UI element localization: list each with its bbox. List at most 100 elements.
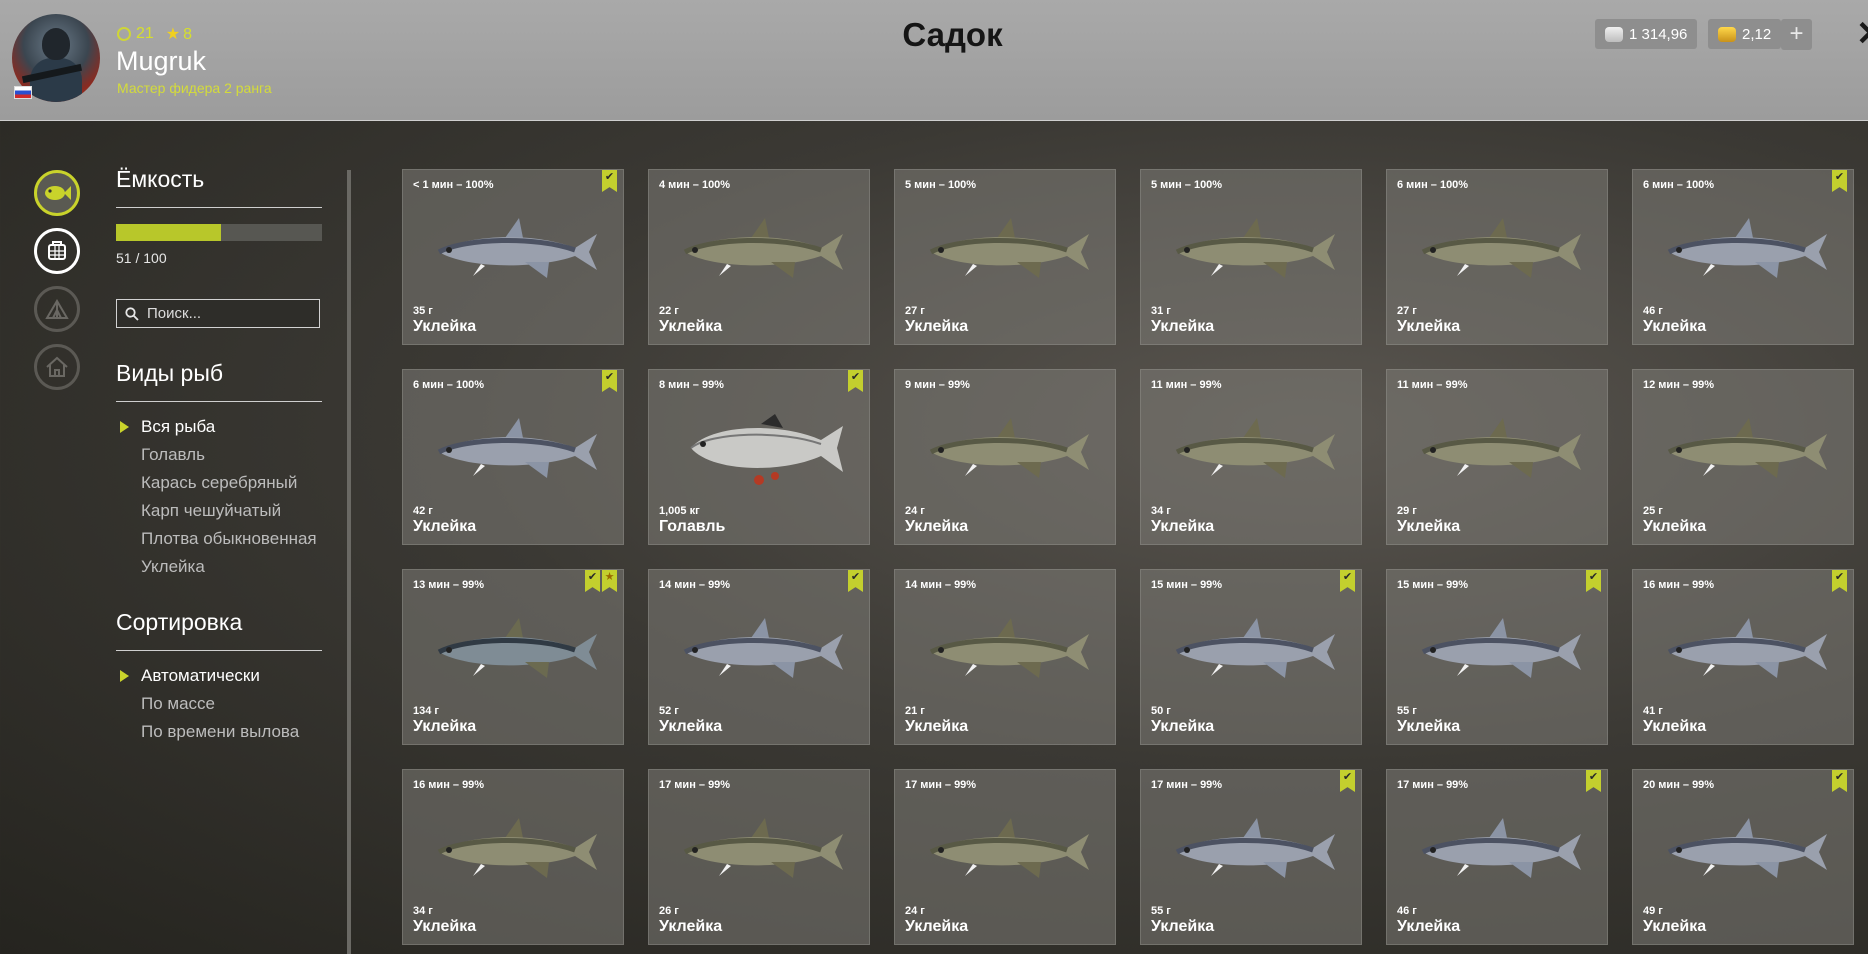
species-filter-item[interactable]: Карп чешуйчатый — [141, 497, 317, 525]
catch-weight: 24 г — [905, 905, 925, 917]
catch-badges: ✔ ★ — [585, 570, 617, 592]
bookmark-check-icon[interactable]: ✔ — [1586, 770, 1601, 792]
catch-weight: 27 г — [1397, 305, 1417, 317]
fish-name: Уклейка — [659, 918, 723, 935]
catch-time: 17 мин – 99% — [1151, 779, 1223, 791]
catch-time: 16 мин – 99% — [413, 779, 485, 791]
fish-name: Уклейка — [1643, 318, 1707, 335]
catch-weight: 42 г — [413, 505, 433, 517]
catch-card[interactable]: 6 мин – 100% 46 г Уклейка ✔ — [1632, 169, 1854, 345]
catch-card[interactable]: 17 мин – 99% 24 г Уклейка — [894, 769, 1116, 945]
catch-time: 8 мин – 99% — [659, 379, 724, 391]
catch-time: 5 мин – 100% — [905, 179, 977, 191]
catch-card[interactable]: 12 мин – 99% 25 г Уклейка — [1632, 369, 1854, 545]
catch-card[interactable]: 8 мин – 99% 1,005 кг Голавль ✔ — [648, 369, 870, 545]
fish-icon[interactable] — [34, 170, 80, 216]
bookmark-check-icon[interactable]: ✔ — [1832, 770, 1847, 792]
catch-card[interactable]: 13 мин – 99% 134 г Уклейка ✔ ★ — [402, 569, 624, 745]
fish-name: Уклейка — [1151, 718, 1215, 735]
bookmark-check-icon[interactable]: ✔ — [1832, 170, 1847, 192]
catch-weight: 34 г — [1151, 505, 1171, 517]
catch-card[interactable]: 17 мин – 99% 46 г Уклейка ✔ — [1386, 769, 1608, 945]
catch-weight: 31 г — [1151, 305, 1171, 317]
fish-name: Уклейка — [1397, 318, 1461, 335]
fish-name: Уклейка — [1151, 918, 1215, 935]
catch-card[interactable]: 6 мин – 100% 27 г Уклейка — [1386, 169, 1608, 345]
catch-card[interactable]: 14 мин – 99% 52 г Уклейка ✔ — [648, 569, 870, 745]
sort-option-item[interactable]: По массе — [141, 690, 299, 718]
catch-card[interactable]: 14 мин – 99% 21 г Уклейка — [894, 569, 1116, 745]
species-filter-item[interactable]: Голавль — [141, 441, 317, 469]
catch-time: 9 мин – 99% — [905, 379, 970, 391]
page-title: Садок — [902, 16, 1003, 53]
bookmark-check-icon[interactable]: ✔ — [1832, 570, 1847, 592]
search-box[interactable] — [116, 299, 320, 328]
catch-card[interactable]: 17 мин – 99% 55 г Уклейка ✔ — [1140, 769, 1362, 945]
catch-weight: 25 г — [1643, 505, 1663, 517]
catch-weight: 22 г — [659, 305, 679, 317]
catch-card[interactable]: 17 мин – 99% 26 г Уклейка — [648, 769, 870, 945]
species-filter-item[interactable]: Карась серебряный — [141, 469, 317, 497]
bookmark-check-icon[interactable]: ✔ — [585, 570, 600, 592]
keepnet-icon[interactable] — [34, 228, 80, 274]
search-icon — [125, 306, 139, 321]
search-input[interactable] — [145, 304, 319, 323]
sort-heading: Сортировка — [116, 609, 243, 635]
catch-card[interactable]: 16 мин – 99% 34 г Уклейка — [402, 769, 624, 945]
capacity-value: 51 / 100 — [116, 250, 167, 266]
add-currency-button[interactable]: + — [1781, 19, 1812, 50]
bookmark-check-icon[interactable]: ✔ — [1340, 770, 1355, 792]
catch-time: 14 мин – 99% — [905, 579, 977, 591]
catch-badges: ✔ — [602, 170, 617, 192]
catch-card[interactable]: 16 мин – 99% 41 г Уклейка ✔ — [1632, 569, 1854, 745]
catch-card[interactable]: 11 мин – 99% 29 г Уклейка — [1386, 369, 1608, 545]
catch-card[interactable]: 9 мин – 99% 24 г Уклейка — [894, 369, 1116, 545]
catch-badges: ✔ — [1832, 170, 1847, 192]
catch-weight: 24 г — [905, 505, 925, 517]
bookmark-check-icon[interactable]: ✔ — [1586, 570, 1601, 592]
tent-icon[interactable] — [34, 286, 80, 332]
house-icon[interactable] — [34, 344, 80, 390]
catch-card[interactable]: 5 мин – 100% 27 г Уклейка — [894, 169, 1116, 345]
catch-weight: 41 г — [1643, 705, 1663, 717]
fish-name: Уклейка — [1397, 718, 1461, 735]
bookmark-star-icon[interactable]: ★ — [602, 570, 617, 592]
bookmark-check-icon[interactable]: ✔ — [848, 570, 863, 592]
catch-weight: 26 г — [659, 905, 679, 917]
catch-card[interactable]: 20 мин – 99% 49 г Уклейка ✔ — [1632, 769, 1854, 945]
catch-card[interactable]: < 1 мин – 100% 35 г Уклейка ✔ — [402, 169, 624, 345]
fish-name: Уклейка — [413, 918, 477, 935]
capacity-bar — [116, 224, 322, 241]
catch-card[interactable]: 11 мин – 99% 34 г Уклейка — [1140, 369, 1362, 545]
catch-time: 14 мин – 99% — [659, 579, 731, 591]
catch-weight: 46 г — [1643, 305, 1663, 317]
bookmark-check-icon[interactable]: ✔ — [602, 170, 617, 192]
catch-card[interactable]: 5 мин – 100% 31 г Уклейка — [1140, 169, 1362, 345]
catch-badges: ✔ — [1832, 770, 1847, 792]
catch-time: 11 мин – 99% — [1151, 379, 1222, 391]
fish-name: Уклейка — [1397, 518, 1461, 535]
fish-name: Уклейка — [905, 718, 969, 735]
catch-card[interactable]: 15 мин – 99% 50 г Уклейка ✔ — [1140, 569, 1362, 745]
catch-card[interactable]: 6 мин – 100% 42 г Уклейка ✔ — [402, 369, 624, 545]
close-button[interactable]: ✕ — [1856, 14, 1868, 54]
catch-time: 6 мин – 100% — [413, 379, 485, 391]
sort-option-item[interactable]: По времени вылова — [141, 718, 299, 746]
fish-name: Уклейка — [1397, 918, 1461, 935]
fish-name: Уклейка — [413, 318, 477, 335]
catch-card[interactable]: 4 мин – 100% 22 г Уклейка — [648, 169, 870, 345]
catch-badges: ✔ — [1340, 570, 1355, 592]
bookmark-check-icon[interactable]: ✔ — [1340, 570, 1355, 592]
species-filter-item[interactable]: Уклейка — [141, 553, 317, 581]
catch-grid: < 1 мин – 100% 35 г Уклейка ✔ 4 мин – 100% 22… — [402, 169, 1854, 945]
catch-weight: 49 г — [1643, 905, 1663, 917]
species-filter-item[interactable]: Вся рыба — [120, 413, 317, 441]
bookmark-check-icon[interactable]: ✔ — [848, 370, 863, 392]
sort-option-item[interactable]: Автоматически — [119, 662, 299, 690]
bookmark-check-icon[interactable]: ✔ — [602, 370, 617, 392]
fish-name: Голавль — [659, 518, 726, 535]
fish-name: Уклейка — [1643, 718, 1707, 735]
fish-name: Уклейка — [1643, 518, 1707, 535]
species-filter-item[interactable]: Плотва обыкновенная — [141, 525, 317, 553]
catch-card[interactable]: 15 мин – 99% 55 г Уклейка ✔ — [1386, 569, 1608, 745]
